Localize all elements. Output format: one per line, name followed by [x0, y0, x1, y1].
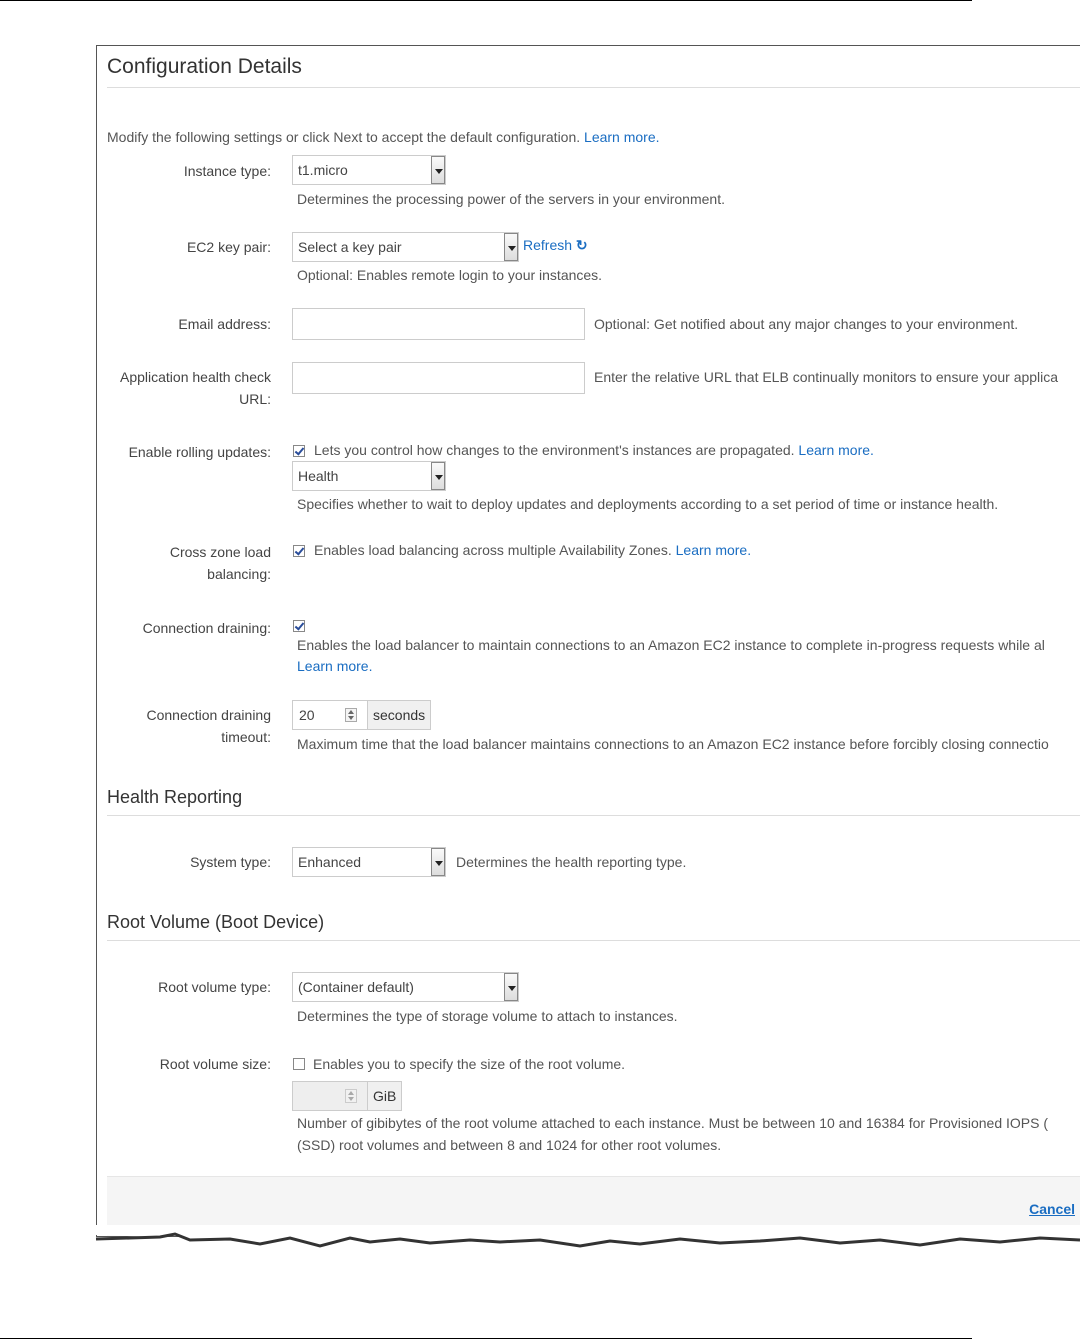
rolling-updates-label: Enable rolling updates: — [128, 444, 271, 460]
root-volume-size-checkbox[interactable] — [293, 1058, 305, 1070]
root-volume-size-stepper[interactable] — [292, 1081, 368, 1111]
system-type-select[interactable]: Enhanced — [292, 847, 446, 877]
instance-type-value: t1.micro — [298, 162, 348, 178]
health-url-help: Enter the relative URL that ELB continua… — [594, 369, 1059, 385]
root-volume-title: Root Volume (Boot Device) — [107, 912, 325, 932]
connection-draining-text: Enables the load balancer to maintain co… — [297, 637, 1045, 653]
rolling-updates-checkbox[interactable] — [293, 445, 305, 457]
health-url-label-line1: Application health check — [120, 369, 271, 385]
key-pair-select[interactable]: Select a key pair — [292, 232, 519, 262]
connection-draining-checkbox[interactable] — [293, 620, 305, 632]
draining-timeout-label: Connection draining timeout: — [97, 704, 271, 748]
cross-zone-text: Enables load balancing across multiple A… — [314, 540, 751, 560]
health-reporting-title: Health Reporting — [107, 787, 243, 807]
cross-zone-description: Enables load balancing across multiple A… — [314, 542, 672, 558]
refresh-link[interactable]: Refresh ↻ — [523, 237, 588, 254]
key-pair-help: Optional: Enables remote login to your i… — [297, 267, 603, 283]
key-pair-value: Select a key pair — [298, 239, 402, 255]
draining-timeout-label-line2: timeout: — [221, 729, 271, 745]
root-volume-size-input-group: GiB — [292, 1081, 412, 1111]
draining-timeout-label-line1: Connection draining — [146, 707, 271, 723]
top-rule — [0, 0, 972, 1]
draining-timeout-input-group: 20 seconds — [292, 700, 442, 730]
health-url-label: Application health check URL: — [97, 366, 271, 410]
email-help: Optional: Get notified about any major c… — [594, 316, 1019, 332]
instance-type-help: Determines the processing power of the s… — [297, 191, 725, 207]
refresh-label: Refresh — [523, 237, 573, 253]
cross-zone-checkbox[interactable] — [293, 545, 305, 557]
email-field[interactable] — [292, 308, 585, 340]
page-title: Configuration Details — [107, 55, 302, 78]
rolling-type-value: Health — [298, 468, 339, 484]
title-divider — [107, 87, 1080, 88]
draining-timeout-unit: seconds — [368, 700, 432, 730]
instance-type-label: Instance type: — [183, 163, 271, 179]
root-volume-type-label: Root volume type: — [158, 979, 271, 995]
rolling-type-help: Specifies whether to wait to deploy upda… — [297, 496, 999, 512]
root-volume-size-text: Enables you to specify the size of the r… — [313, 1056, 626, 1072]
root-volume-size-help-line2: (SSD) root volumes and between 8 and 102… — [297, 1137, 722, 1153]
draining-timeout-help: Maximum time that the load balancer main… — [297, 736, 1049, 752]
root-volume-size-label: Root volume size: — [159, 1056, 271, 1072]
configuration-panel: Configuration Details Modify the followi… — [96, 45, 1080, 1237]
cross-zone-label-line2: balancing: — [207, 566, 271, 582]
spinner-arrows-icon — [345, 1089, 357, 1103]
system-type-label: System type: — [190, 854, 271, 870]
refresh-icon: ↻ — [575, 237, 588, 253]
rolling-updates-text: Lets you control how changes to the envi… — [314, 440, 874, 460]
root-volume-type-help: Determines the type of storage volume to… — [297, 1008, 678, 1024]
chevron-down-icon — [431, 156, 445, 184]
health-url-field[interactable] — [292, 362, 585, 394]
spinner-arrows-icon[interactable] — [345, 708, 357, 722]
key-pair-label: EC2 key pair: — [186, 239, 271, 255]
health-url-label-line2: URL: — [239, 391, 271, 407]
system-type-value: Enhanced — [298, 854, 362, 870]
health-reporting-divider — [107, 815, 1080, 816]
root-volume-type-value: (Container default) — [298, 979, 414, 995]
chevron-down-icon — [504, 233, 518, 261]
cancel-button[interactable]: Cancel — [1029, 1201, 1075, 1217]
root-volume-type-select[interactable]: (Container default) — [292, 972, 519, 1002]
root-volume-size-help-line1: Number of gibibytes of the root volume a… — [297, 1115, 1048, 1131]
chevron-down-icon — [431, 848, 445, 876]
rolling-updates-description: Lets you control how changes to the envi… — [314, 442, 795, 458]
rolling-updates-learn-more-link[interactable]: Learn more. — [798, 442, 873, 458]
cross-zone-label-line1: Cross zone load — [169, 544, 271, 560]
chevron-down-icon — [431, 462, 445, 490]
rolling-type-select[interactable]: Health — [292, 461, 446, 491]
chevron-down-icon — [504, 973, 518, 1001]
intro-learn-more-link[interactable]: Learn more. — [584, 129, 659, 145]
connection-draining-learn-more-link[interactable]: Learn more. — [297, 656, 372, 676]
intro-message: Modify the following settings or click N… — [107, 129, 581, 145]
email-label: Email address: — [178, 316, 271, 332]
draining-timeout-stepper[interactable]: 20 — [292, 700, 368, 730]
cross-zone-learn-more-link[interactable]: Learn more. — [676, 542, 751, 558]
draining-timeout-value: 20 — [299, 707, 315, 723]
connection-draining-label: Connection draining: — [142, 620, 271, 636]
intro-text: Modify the following settings or click N… — [107, 127, 660, 147]
root-volume-size-unit: GiB — [368, 1081, 403, 1111]
root-volume-divider — [107, 940, 1080, 941]
instance-type-select[interactable]: t1.micro — [292, 155, 446, 185]
cross-zone-label: Cross zone load balancing: — [97, 541, 271, 585]
torn-edge — [95, 1225, 1080, 1248]
system-type-help: Determines the health reporting type. — [456, 854, 687, 870]
